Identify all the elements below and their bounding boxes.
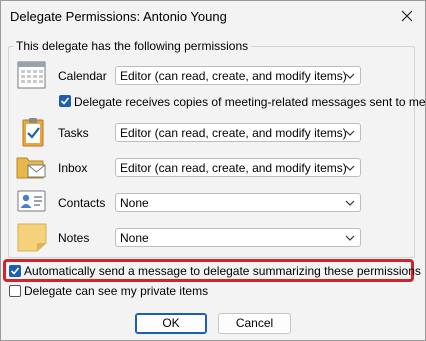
tasks-permission-value: Editor (can read, create, and modify ite… [120, 126, 347, 140]
chevron-down-icon [345, 130, 355, 136]
notes-permission-select[interactable]: None [115, 228, 361, 247]
tasks-label: Tasks [58, 126, 89, 140]
contact-card-icon [17, 190, 46, 212]
calendar-permission-value: Editor (can read, create, and modify ite… [120, 69, 347, 83]
cancel-button[interactable]: Cancel [218, 313, 291, 334]
chevron-down-icon [345, 73, 355, 79]
delegate-permissions-dialog: Delegate Permissions: Antonio Young This… [0, 0, 426, 341]
contacts-permission-select[interactable]: None [115, 193, 361, 212]
inbox-label: Inbox [58, 161, 88, 175]
private-items-checkbox[interactable] [9, 285, 21, 297]
calendar-icon [17, 61, 46, 89]
sticky-note-icon [17, 223, 47, 252]
calendar-permission-select[interactable]: Editor (can read, create, and modify ite… [115, 66, 361, 85]
checkmark-icon [10, 267, 20, 275]
inbox-permission-value: Editor (can read, create, and modify ite… [120, 161, 347, 175]
calendar-label: Calendar [58, 69, 107, 83]
auto-send-checkbox[interactable] [9, 265, 21, 277]
auto-send-label: Automatically send a message to delegate… [24, 264, 421, 278]
close-icon [401, 10, 413, 22]
inbox-folder-icon [16, 157, 46, 179]
close-button[interactable] [393, 3, 421, 29]
permissions-group-caption: This delegate has the following permissi… [13, 39, 252, 53]
tasks-clipboard-icon [22, 118, 44, 147]
chevron-down-icon [345, 235, 355, 241]
chevron-down-icon [345, 165, 355, 171]
ok-button[interactable]: OK [135, 313, 207, 334]
meeting-copies-checkbox[interactable] [59, 95, 71, 107]
chevron-down-icon [345, 200, 355, 206]
contacts-label: Contacts [58, 196, 106, 210]
tasks-permission-select[interactable]: Editor (can read, create, and modify ite… [115, 123, 361, 142]
notes-label: Notes [58, 231, 90, 245]
checkmark-icon [60, 97, 70, 105]
inbox-permission-select[interactable]: Editor (can read, create, and modify ite… [115, 158, 361, 177]
window-title: Delegate Permissions: Antonio Young [10, 9, 227, 24]
meeting-copies-label: Delegate receives copies of meeting-rela… [74, 95, 426, 109]
contacts-permission-value: None [120, 196, 149, 210]
private-items-label: Delegate can see my private items [24, 284, 209, 298]
title-bar: Delegate Permissions: Antonio Young [1, 1, 425, 31]
notes-permission-value: None [120, 231, 149, 245]
